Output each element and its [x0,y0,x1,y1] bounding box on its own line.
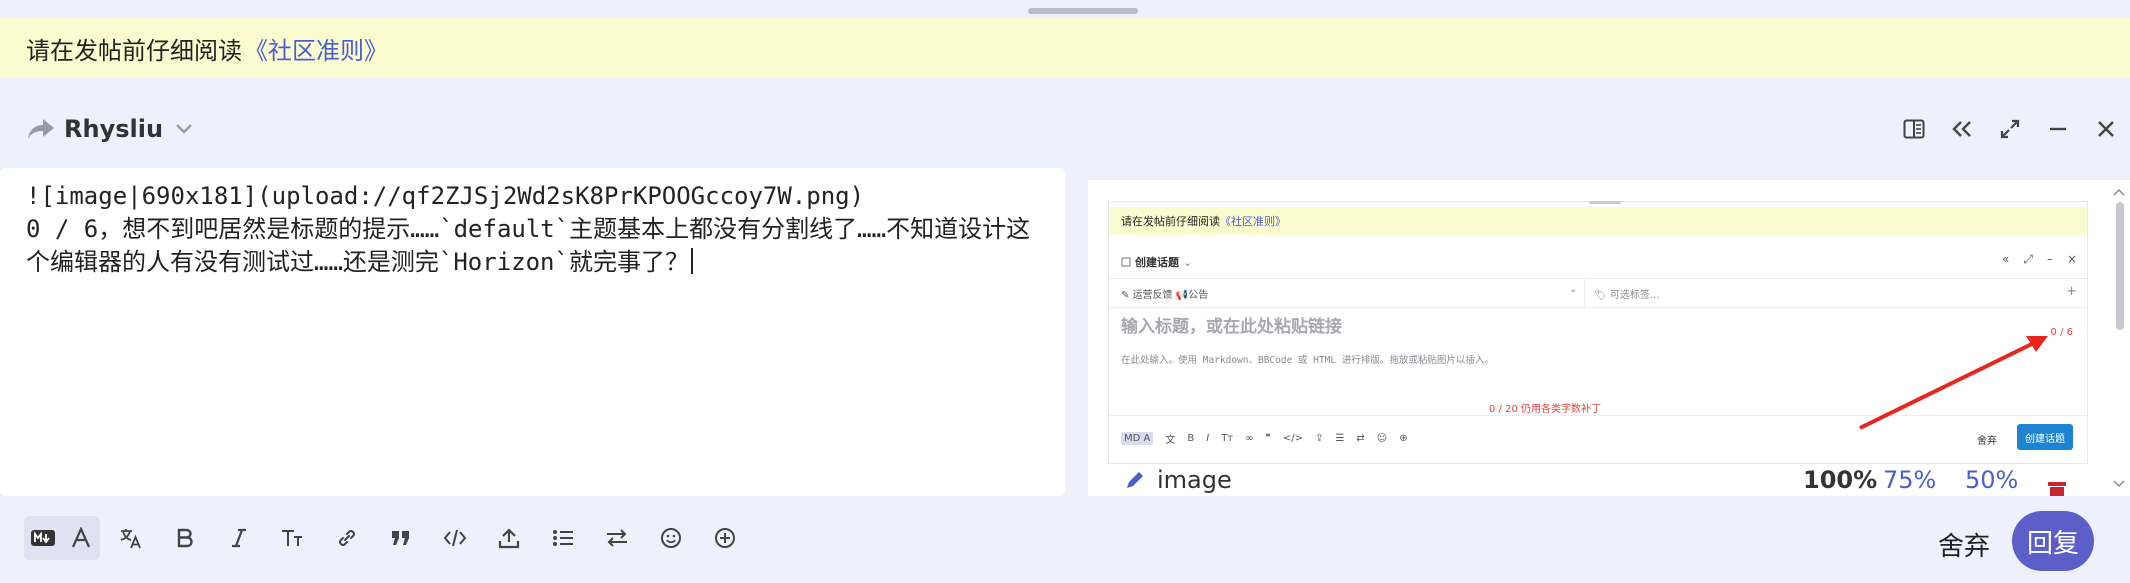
reply-header: Rhysliu [0,108,2130,150]
close-icon [2098,121,2114,137]
link-icon [339,530,355,546]
zoom-50-button[interactable]: 50% [1965,466,2018,494]
minimize-button[interactable] [2034,108,2082,150]
scrollbar-thumb[interactable] [2116,202,2124,330]
zoom-100-button[interactable]: 100% [1803,466,1877,494]
pencil-icon[interactable] [1123,468,1147,492]
heading-button[interactable] [266,516,320,560]
preview-scrollbar[interactable] [2108,180,2130,496]
swap-icon [607,529,627,547]
bullet-list-button[interactable] [536,516,590,560]
text-style-icon [71,527,91,548]
editor-toolbar: 舍弃 回复 [0,496,2130,583]
upload-button[interactable] [482,516,536,560]
text-caret [690,248,693,274]
editor-line-image: ![image|690x181](upload://qf2ZJSj2Wd2sK8… [26,182,865,210]
link-button[interactable] [320,516,374,560]
reply-to-user[interactable]: Rhysliu [64,115,163,143]
list-icon [553,530,573,546]
trash-icon[interactable] [2046,482,2068,496]
notice-text: 请在发帖前仔细阅读 [26,36,242,65]
code-button[interactable] [428,516,482,560]
guidelines-link[interactable]: 《社区准则》 [244,31,388,66]
translate-icon [120,529,141,549]
minimize-icon [2050,127,2066,131]
rich-text-mode-button[interactable] [62,516,100,560]
plus-circle-icon [715,528,735,548]
emoji-button[interactable] [644,516,698,560]
toggle-direction-button[interactable] [590,516,644,560]
editor-line-text: 0 / 6，想不到吧居然是标题的提示……`default`主题基本上都没有分割线… [26,215,1031,276]
zoom-75-button[interactable]: 75% [1883,466,1936,494]
italic-button[interactable] [212,516,266,560]
share-reply-icon [28,119,54,139]
composer-drag-handle[interactable] [1028,8,1138,14]
image-name: image [1157,466,1232,494]
more-options-button[interactable] [698,516,752,560]
image-caption: image [1123,466,1232,494]
scroll-down-icon[interactable] [2108,476,2130,492]
markdown-mode-button[interactable] [24,516,62,560]
heading-icon [282,530,302,546]
post-editor-textarea[interactable]: ![image|690x181](upload://qf2ZJSj2Wd2sK8… [0,168,1065,496]
markdown-icon [31,530,55,546]
collapse-button[interactable] [1938,108,1986,150]
guideline-notice: 请在发帖前仔细阅读 《社区准则》 [0,18,2130,78]
close-button[interactable] [2082,108,2130,150]
red-annotation-arrow [1859,336,2048,430]
bold-button[interactable] [158,516,212,560]
expand-icon [2000,119,2020,139]
bold-icon [177,528,193,548]
preview-panel-icon [1903,119,1925,139]
toggle-preview-button[interactable] [1890,108,1938,150]
emoji-icon [661,528,681,548]
fullscreen-button[interactable] [1986,108,2034,150]
chevron-down-icon[interactable] [175,123,193,135]
reply-button[interactable]: 回复 [2012,511,2094,571]
scroll-up-icon[interactable] [2108,184,2130,200]
quote-button[interactable] [374,516,428,560]
mode-toggle[interactable] [24,516,100,560]
italic-icon [232,528,246,548]
discard-button[interactable]: 舍弃 [1938,526,1990,563]
double-chevron-left-icon [1952,121,1971,137]
quote-icon [392,531,409,545]
code-icon [443,529,467,547]
translate-button[interactable] [104,516,158,560]
preview-pane[interactable]: 请在发帖前仔细阅读 《社区准则》 创建话题 ⌄ « ⤢ – × ✎ 运营反馈 📢… [1088,180,2130,496]
upload-icon [498,528,520,549]
